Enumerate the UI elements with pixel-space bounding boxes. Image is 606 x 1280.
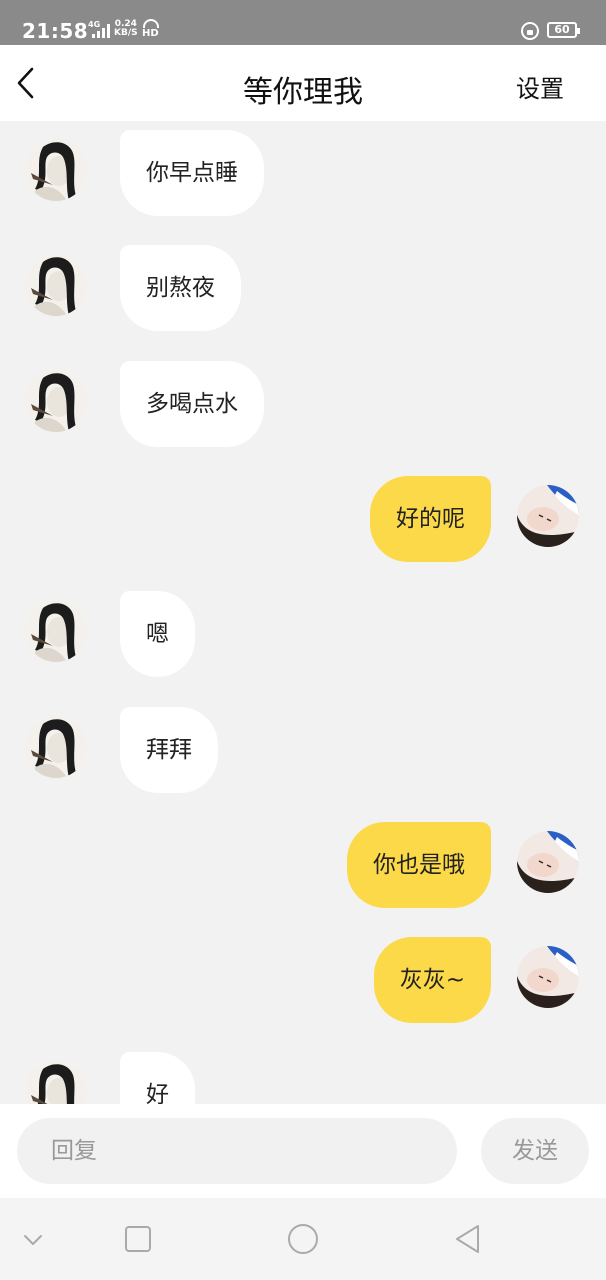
hd-label: HD <box>142 28 159 39</box>
my-avatar[interactable] <box>517 946 579 1008</box>
contact-avatar[interactable] <box>25 716 87 778</box>
circle-icon <box>288 1224 318 1254</box>
message-bubble[interactable]: 你早点睡 <box>120 130 264 216</box>
orientation-lock-icon <box>521 22 539 40</box>
nav-recents-button[interactable] <box>115 1216 161 1262</box>
message-bubble[interactable]: 你也是哦 <box>347 822 491 908</box>
contact-avatar[interactable] <box>25 1061 87 1104</box>
triangle-back-icon <box>456 1225 479 1253</box>
message-bubble[interactable]: 拜拜 <box>120 707 218 793</box>
reply-bar: 发送 <box>0 1104 606 1198</box>
nav-collapse-button[interactable] <box>10 1216 56 1262</box>
my-avatar[interactable] <box>517 831 579 893</box>
network-speed-unit: KB/S <box>114 28 138 38</box>
outgoing-message: 你也是哦 <box>0 822 606 908</box>
contact-avatar[interactable] <box>25 139 87 201</box>
chat-header: 等你理我 设置 <box>0 45 606 121</box>
message-bubble[interactable]: 嗯 <box>120 591 195 677</box>
battery-icon: 60 <box>547 22 580 38</box>
outgoing-message: 灰灰~ <box>0 937 606 1023</box>
my-avatar[interactable] <box>517 485 579 547</box>
contact-avatar[interactable] <box>25 370 87 432</box>
status-time: 21:58 <box>22 19 89 43</box>
message-bubble[interactable]: 好的呢 <box>370 476 491 562</box>
send-button[interactable]: 发送 <box>481 1118 589 1184</box>
incoming-message: 你早点睡 <box>0 130 606 216</box>
message-bubble[interactable]: 多喝点水 <box>120 361 264 447</box>
chevron-down-icon <box>24 1235 42 1245</box>
outgoing-message: 好的呢 <box>0 476 606 562</box>
contact-avatar[interactable] <box>25 254 87 316</box>
nav-home-button[interactable] <box>280 1216 326 1262</box>
incoming-message: 多喝点水 <box>0 361 606 447</box>
message-bubble[interactable]: 别熬夜 <box>120 245 241 331</box>
incoming-message: 好 <box>0 1052 606 1104</box>
chat-messages[interactable]: 你早点睡别熬夜多喝点水好的呢嗯拜拜你也是哦灰灰~ 好 <box>0 121 606 1104</box>
signal-icon <box>92 24 112 38</box>
nav-back-button[interactable] <box>445 1216 491 1262</box>
square-icon <box>125 1226 151 1252</box>
reply-input[interactable] <box>17 1118 457 1184</box>
status-bar: 21:58 4G 0.24 KB/S HD 60 <box>0 0 606 45</box>
message-bubble[interactable]: 灰灰~ <box>373 937 491 1023</box>
network-speed: 0.24 KB/S <box>114 20 138 38</box>
hd-icon: HD <box>142 19 160 39</box>
incoming-message: 别熬夜 <box>0 245 606 331</box>
system-nav-bar <box>0 1198 606 1280</box>
message-bubble[interactable]: 好 <box>120 1052 195 1104</box>
incoming-message: 拜拜 <box>0 707 606 793</box>
incoming-message: 嗯 <box>0 591 606 677</box>
settings-button[interactable]: 设置 <box>516 69 564 104</box>
contact-avatar[interactable] <box>25 600 87 662</box>
